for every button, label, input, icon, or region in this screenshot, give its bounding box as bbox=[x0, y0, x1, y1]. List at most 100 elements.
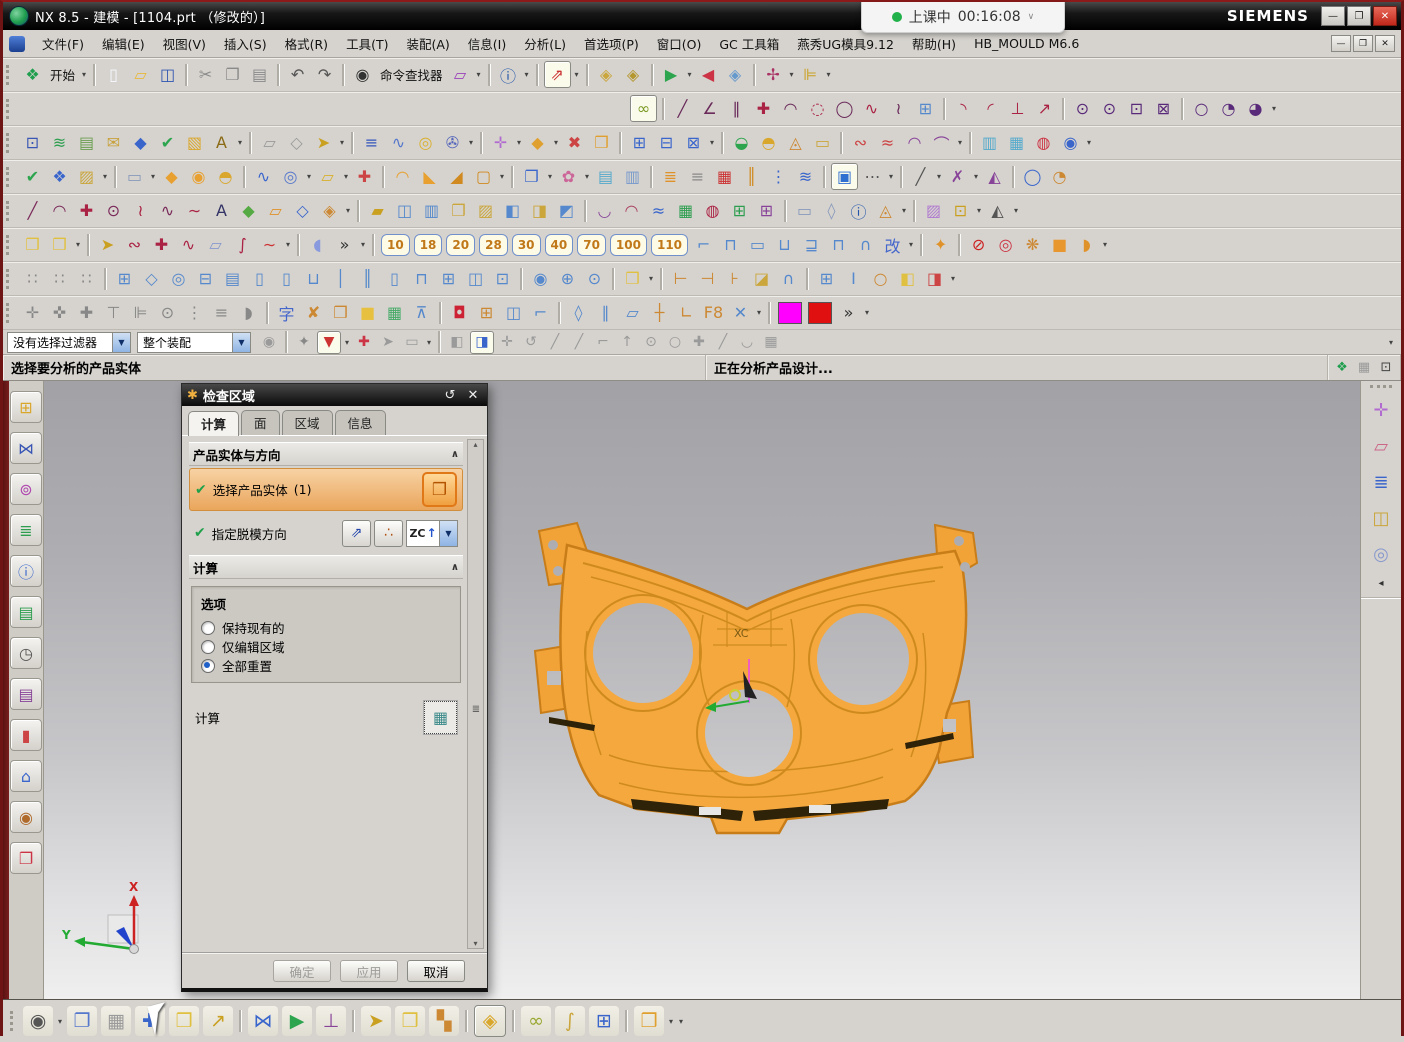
group-product-solid[interactable]: 产品实体与方向 ∧ bbox=[189, 442, 463, 466]
dice-gray-icon[interactable]: ◧ bbox=[446, 332, 468, 353]
extrude-check-icon[interactable]: ◆ bbox=[128, 130, 153, 155]
deform-patch-icon[interactable]: ▨ bbox=[921, 198, 946, 223]
frame-c-icon[interactable]: ▤ bbox=[220, 266, 245, 291]
color-palette-icon[interactable]: ❋ bbox=[1020, 232, 1045, 257]
mirror-assembly-icon[interactable]: ⋈ bbox=[248, 1006, 278, 1036]
dropdown-arrow-icon[interactable]: ▾ bbox=[646, 274, 656, 283]
mold-profile-a-icon[interactable]: ⌐ bbox=[691, 232, 716, 257]
info-tree-icon[interactable]: ⊞ bbox=[589, 1006, 619, 1036]
box-check-icon[interactable]: ▧ bbox=[182, 130, 207, 155]
ruled-sheet-icon[interactable]: ▥ bbox=[977, 130, 1002, 155]
red-curve-icon[interactable]: ∼ bbox=[257, 232, 282, 257]
size-button-40[interactable]: 40 bbox=[545, 234, 574, 256]
cv-helix-icon[interactable]: ∼ bbox=[182, 198, 207, 223]
binoculars-gray-icon[interactable]: ◉ bbox=[258, 332, 280, 353]
menu-item[interactable]: 装配(A) bbox=[397, 31, 458, 56]
sk-spline-icon[interactable]: ∿ bbox=[859, 96, 884, 121]
doc-minimize-button[interactable]: — bbox=[1331, 35, 1351, 52]
red-cube-box-icon[interactable]: ◘ bbox=[447, 300, 472, 325]
free-curve-icon[interactable]: ∿ bbox=[176, 232, 201, 257]
redo-icon[interactable]: ↷ bbox=[312, 62, 337, 87]
marquee-select-icon[interactable]: ▭ bbox=[401, 332, 423, 353]
cyl-in-box-icon[interactable]: ◫ bbox=[501, 300, 526, 325]
paste-icon[interactable]: ▤ bbox=[247, 62, 272, 87]
chevron-down-icon[interactable]: ∨ bbox=[1028, 12, 1035, 22]
cv-point-icon[interactable]: ✚ bbox=[74, 198, 99, 223]
flash-tool-icon[interactable]: ✦ bbox=[928, 232, 953, 257]
nx-start-logo-icon[interactable]: ❖ bbox=[20, 62, 45, 87]
dropdown-arrow-icon[interactable]: ▾ bbox=[899, 206, 909, 215]
info-mini-icon[interactable]: ⓘ bbox=[846, 198, 871, 223]
bend-curve-icon[interactable]: ◠ bbox=[619, 198, 644, 223]
menu-item[interactable]: 信息(I) bbox=[459, 31, 515, 56]
plane-blue-icon[interactable]: ◇ bbox=[290, 198, 315, 223]
mate-constraint-icon[interactable]: ⊥ bbox=[316, 1006, 346, 1036]
sk-rect-b-icon[interactable]: ⊠ bbox=[1151, 96, 1176, 121]
layer-stack-icon[interactable]: ≋ bbox=[47, 130, 72, 155]
tri-tool-icon[interactable]: ◭ bbox=[985, 198, 1010, 223]
dropdown-arrow-icon[interactable]: ▾ bbox=[466, 138, 476, 147]
dropdown-arrow-icon[interactable]: ▾ bbox=[955, 138, 965, 147]
red-swatch-icon[interactable] bbox=[808, 302, 832, 324]
mold-profile-b-icon[interactable]: ⊓ bbox=[718, 232, 743, 257]
point-tool-icon[interactable]: ✚ bbox=[352, 164, 377, 189]
dropdown-arrow-icon[interactable]: ▾ bbox=[474, 70, 484, 79]
through-curves-icon[interactable]: ▦ bbox=[1004, 130, 1029, 155]
shaded-cube-icon[interactable]: ◨ bbox=[470, 331, 494, 354]
web-browser-icon[interactable]: ▤ bbox=[10, 596, 42, 628]
mirror-feature-icon[interactable]: ▦ bbox=[712, 164, 737, 189]
edge-e-icon[interactable]: ⊙ bbox=[640, 332, 662, 353]
trim-curve-icon[interactable]: ∾ bbox=[122, 232, 147, 257]
pin-dots-icon[interactable]: ⋮ bbox=[182, 300, 207, 325]
sim-diamond-icon[interactable]: ◈ bbox=[723, 62, 748, 87]
font-tool-icon[interactable]: 字 bbox=[274, 300, 299, 325]
pillar-a-icon[interactable]: ▯ bbox=[247, 266, 272, 291]
grid-green-icon[interactable]: ▦ bbox=[673, 198, 698, 223]
dropdown-arrow-icon[interactable]: ▾ bbox=[235, 138, 245, 147]
user-roles-icon[interactable]: ◉ bbox=[10, 801, 42, 833]
mold-plate-icon[interactable]: ▭ bbox=[745, 232, 770, 257]
part-model[interactable]: XC bbox=[491, 511, 1011, 871]
crosshair-c-icon[interactable]: ✚ bbox=[74, 300, 99, 325]
maximize-button[interactable]: ❐ bbox=[1347, 6, 1371, 26]
dropdown-arrow-icon[interactable]: ▾ bbox=[73, 240, 83, 249]
offset-face-icon[interactable]: ◆ bbox=[525, 130, 550, 155]
open-file-icon[interactable]: ▱ bbox=[128, 62, 153, 87]
scroll-down-icon[interactable]: ▾ bbox=[473, 939, 477, 948]
reposition-component-icon[interactable]: ✛ bbox=[1367, 396, 1395, 424]
drag-component-icon[interactable]: ➤ bbox=[361, 1006, 391, 1036]
radio-button-icon[interactable] bbox=[201, 621, 215, 635]
sk-circle-dashed-icon[interactable]: ◌ bbox=[805, 96, 830, 121]
sheet-pair-icon[interactable]: ◫ bbox=[392, 198, 417, 223]
tab-calculate[interactable]: 计算 bbox=[188, 411, 239, 436]
system-palettes-icon[interactable]: ▤ bbox=[10, 678, 42, 710]
locating-ring-icon[interactable]: ◉ bbox=[528, 266, 553, 291]
dropdown-arrow-icon[interactable]: ▾ bbox=[685, 70, 695, 79]
sk-line-icon[interactable]: ╱ bbox=[670, 96, 695, 121]
grid-dots-b-icon[interactable]: ∷ bbox=[47, 266, 72, 291]
frame-a-icon[interactable]: ⊞ bbox=[112, 266, 137, 291]
dim-box-icon[interactable]: ⊡ bbox=[948, 198, 973, 223]
verify-check-icon[interactable]: ✔ bbox=[155, 130, 180, 155]
datum-grid-icon[interactable]: ▱ bbox=[315, 164, 340, 189]
measure-distance-icon[interactable]: ╱ bbox=[908, 164, 933, 189]
cv-arc-icon[interactable]: ◠ bbox=[47, 198, 72, 223]
process-studio-icon[interactable]: ⌂ bbox=[10, 760, 42, 792]
intersect-icon[interactable]: ⊠ bbox=[681, 130, 706, 155]
sketch-section-icon[interactable]: ▱ bbox=[448, 62, 473, 87]
tab-information[interactable]: 信息 bbox=[335, 410, 386, 435]
approve-tool-icon[interactable]: ✔ bbox=[20, 164, 45, 189]
draft-direction-row[interactable]: ✔ 指定脱模方向 ⇗ ∴ ZC↑ ▼ bbox=[189, 513, 463, 553]
radio-option[interactable]: 仅编辑区域 bbox=[201, 637, 451, 656]
toolbar-text-button[interactable]: 命令查找器 bbox=[376, 65, 447, 84]
angle-tool-icon[interactable]: ◭ bbox=[982, 164, 1007, 189]
orange-surface-icon[interactable]: ◗ bbox=[1074, 232, 1099, 257]
trim-patch-icon[interactable]: ◨ bbox=[527, 198, 552, 223]
dropdown-arrow-icon[interactable]: ▾ bbox=[337, 138, 347, 147]
circle-pocket-icon[interactable]: ◧ bbox=[895, 266, 920, 291]
feature-list-icon[interactable]: ≡ bbox=[685, 164, 710, 189]
dropdown-arrow-icon[interactable]: ▾ bbox=[1084, 138, 1094, 147]
tube-display-icon[interactable]: ◎ bbox=[1367, 540, 1395, 568]
x-form-icon[interactable]: ✗ bbox=[945, 164, 970, 189]
half-sphere-icon[interactable]: ◒ bbox=[729, 130, 754, 155]
